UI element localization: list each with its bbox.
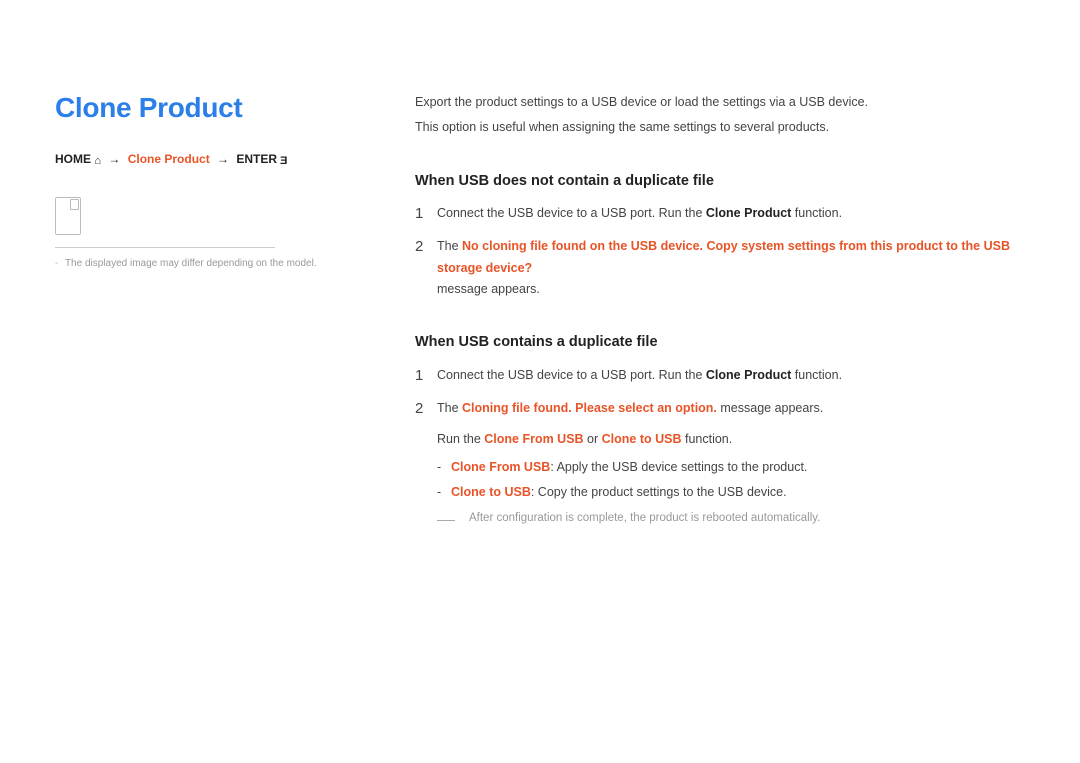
step-body: The Cloning file found. Please select an…: [437, 398, 1025, 529]
steps-duplicate: 1 Connect the USB device to a USB port. …: [415, 365, 1025, 529]
list-item: 2 The Cloning file found. Please select …: [415, 398, 1025, 529]
section-heading-duplicate: When USB contains a duplicate file: [415, 330, 1025, 355]
option-label: Clone to USB: [451, 485, 531, 499]
list-item: - Clone From USB: Apply the USB device s…: [437, 457, 1025, 478]
emphasis-text: Cloning file found. Please select an opt…: [462, 401, 717, 415]
note-dash-icon: [437, 509, 469, 529]
divider: [55, 247, 275, 248]
emphasis-text: No cloning file found on the USB device.…: [437, 239, 1010, 274]
breadcrumb-enter: ENTER: [236, 152, 277, 166]
intro-line-2: This option is useful when assigning the…: [415, 117, 1025, 138]
step-number: 2: [415, 398, 437, 529]
breadcrumb-arrow-2: →: [213, 152, 233, 166]
list-item: 1 Connect the USB device to a USB port. …: [415, 203, 1025, 224]
text: Run the: [437, 432, 484, 446]
dash-icon: -: [437, 457, 451, 478]
product-thumbnail: [55, 197, 81, 235]
intro-line-1: Export the product settings to a USB dev…: [415, 92, 1025, 113]
home-icon: ⌂: [94, 155, 101, 167]
step-line-1: The Cloning file found. Please select an…: [437, 398, 1025, 419]
footnote: - The displayed image may differ dependi…: [55, 258, 375, 269]
step-line-2: Run the Clone From USB or Clone to USB f…: [437, 429, 1025, 450]
text: message appears.: [717, 401, 823, 415]
option-text: : Apply the USB device settings to the p…: [550, 460, 807, 474]
section-heading-no-duplicate: When USB does not contain a duplicate fi…: [415, 169, 1025, 194]
step-body: Connect the USB device to a USB port. Ru…: [437, 203, 1025, 224]
text: Connect the USB device to a USB port. Ru…: [437, 368, 706, 382]
option-body: Clone From USB: Apply the USB device set…: [451, 457, 807, 478]
step-body: Connect the USB device to a USB port. Ru…: [437, 365, 1025, 386]
left-column: Clone Product HOME ⌂ → Clone Product → E…: [55, 92, 415, 541]
text: message appears.: [437, 282, 540, 296]
bold-text: Clone Product: [706, 206, 791, 220]
step-number: 2: [415, 236, 437, 300]
emphasis-text: Clone to USB: [602, 432, 682, 446]
text: function.: [682, 432, 733, 446]
list-item: 1 Connect the USB device to a USB port. …: [415, 365, 1025, 386]
text: function.: [791, 368, 842, 382]
right-column: Export the product settings to a USB dev…: [415, 92, 1025, 541]
emphasis-text: Clone From USB: [484, 432, 583, 446]
product-thumbnail-inner: [70, 199, 79, 210]
step-number: 1: [415, 365, 437, 386]
text: function.: [791, 206, 842, 220]
breadcrumb: HOME ⌂ → Clone Product → ENTER E: [55, 152, 375, 167]
option-body: Clone to USB: Copy the product settings …: [451, 482, 787, 503]
text: The: [437, 239, 462, 253]
list-item: - Clone to USB: Copy the product setting…: [437, 482, 1025, 503]
list-item: 2 The No cloning file found on the USB d…: [415, 236, 1025, 300]
footnote-text: The displayed image may differ depending…: [65, 258, 317, 269]
text: The: [437, 401, 462, 415]
text: Connect the USB device to a USB port. Ru…: [437, 206, 706, 220]
breadcrumb-item: Clone Product: [128, 152, 210, 166]
breadcrumb-home: HOME: [55, 152, 91, 166]
option-label: Clone From USB: [451, 460, 550, 474]
enter-icon: E: [280, 155, 287, 167]
dash-icon: -: [437, 482, 451, 503]
steps-no-duplicate: 1 Connect the USB device to a USB port. …: [415, 203, 1025, 300]
bold-text: Clone Product: [706, 368, 791, 382]
text: or: [584, 432, 602, 446]
breadcrumb-arrow-1: →: [104, 152, 124, 166]
note-text: After configuration is complete, the pro…: [469, 509, 820, 529]
step-body: The No cloning file found on the USB dev…: [437, 236, 1025, 300]
footnote-dash-icon: -: [55, 258, 62, 269]
option-text: : Copy the product settings to the USB d…: [531, 485, 787, 499]
page-title: Clone Product: [55, 92, 375, 124]
options-list: - Clone From USB: Apply the USB device s…: [437, 457, 1025, 504]
step-number: 1: [415, 203, 437, 224]
page: Clone Product HOME ⌂ → Clone Product → E…: [0, 0, 1080, 541]
note: After configuration is complete, the pro…: [437, 509, 1025, 529]
